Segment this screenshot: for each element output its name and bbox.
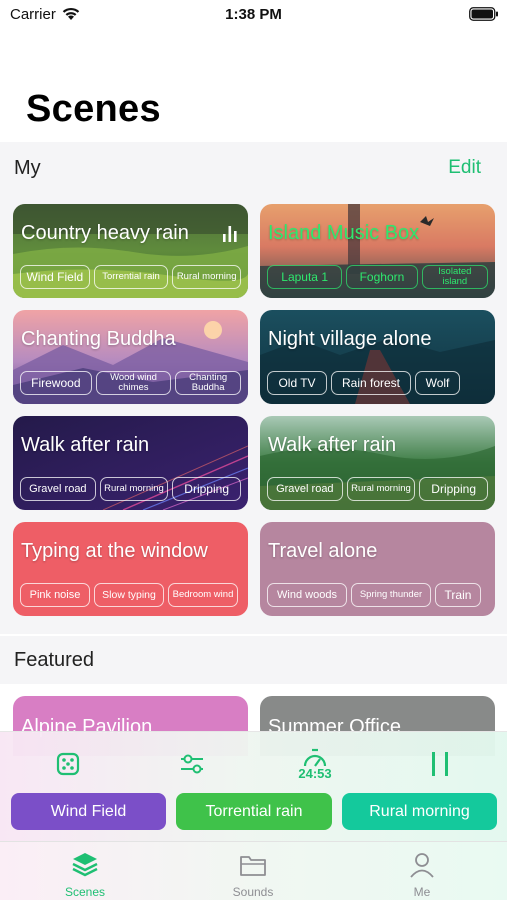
scene-card[interactable]: Island Music Box Laputa 1 Foghorn Isolat…	[260, 204, 495, 298]
card-title: Island Music Box	[268, 222, 420, 244]
tag: Foghorn	[346, 265, 418, 289]
active-sound-chip[interactable]: Rural morning	[342, 793, 497, 830]
tab-label: Me	[413, 885, 431, 899]
folder-icon	[240, 856, 266, 876]
tag: Dripping	[419, 477, 488, 501]
tag: Laputa 1	[267, 265, 343, 289]
tab-label: Scenes	[64, 885, 106, 899]
tag: Old TV	[267, 371, 327, 395]
card-title: Walk after rain	[268, 434, 397, 456]
card-title: Walk after rain	[21, 434, 150, 456]
mini-player: 24:53 Wind Field Torrential rain Rural m…	[0, 731, 507, 841]
tab-label: Sounds	[232, 885, 274, 899]
scene-card[interactable]: Country heavy rain Wind Field Torrential…	[13, 204, 248, 298]
card-title: Chanting Buddha	[21, 328, 176, 350]
tag: Rural morning	[172, 265, 241, 289]
active-sound-chip[interactable]: Wind Field	[11, 793, 166, 830]
my-section-title: My	[14, 157, 41, 179]
tag: Chanting Buddha	[175, 371, 241, 395]
tag: Slow typing	[94, 583, 164, 607]
tag: Isolated island	[421, 265, 488, 289]
status-time: 1:38 PM	[225, 6, 282, 23]
status-bar: Carrier 1:38 PM	[0, 0, 507, 30]
active-sound-chip[interactable]: Torrential rain	[176, 793, 332, 830]
my-section-header: My	[0, 142, 507, 194]
layers-icon	[72, 853, 98, 877]
tab-scenes[interactable]: Scenes	[25, 842, 145, 900]
tab-bar: Scenes Sounds Me	[0, 841, 507, 900]
card-title: Country heavy rain	[21, 222, 189, 244]
card-tags: Firewood Wood wind chimes Chanting Buddh…	[20, 371, 241, 395]
tag: Train	[435, 583, 481, 607]
card-tags: Gravel road Rural morning Dripping	[20, 477, 241, 501]
tag: Torrential rain	[93, 265, 169, 289]
scene-card[interactable]: Chanting Buddha Firewood Wood wind chime…	[13, 310, 248, 404]
tag: Bedroom wind	[168, 583, 238, 607]
tag: Wind woods	[267, 583, 347, 607]
person-icon	[410, 853, 434, 878]
card-tags: Wind woods Spring thunder Train	[267, 583, 488, 607]
tag: Firewood	[20, 371, 92, 395]
pause-icon	[432, 752, 448, 776]
tag: Rural morning	[99, 477, 169, 501]
battery-icon	[469, 7, 498, 21]
tag: Pink noise	[20, 583, 90, 607]
tag: Dripping	[172, 477, 241, 501]
sliders-icon	[181, 754, 203, 774]
tag: Rural morning	[346, 477, 416, 501]
card-title: Typing at the window	[21, 540, 208, 562]
scene-card[interactable]: Night village alone Old TV Rain forest W…	[260, 310, 495, 404]
scene-card[interactable]: Travel alone Wind woods Spring thunder T…	[260, 522, 495, 616]
tag: Wolf	[415, 371, 460, 395]
card-tags: Wind Field Torrential rain Rural morning	[20, 265, 241, 289]
scene-card[interactable]: Typing at the window Pink noise Slow typ…	[13, 522, 248, 616]
scene-card[interactable]: Walk after rain Gravel road Rural mornin…	[260, 416, 495, 510]
scene-card[interactable]: Walk after rain Gravel road Rural mornin…	[13, 416, 248, 510]
tag: Wood wind chimes	[95, 371, 172, 395]
tag: Rain forest	[331, 371, 411, 395]
tag: Gravel road	[20, 477, 96, 501]
tag: Spring thunder	[351, 583, 431, 607]
tag: Gravel road	[267, 477, 343, 501]
card-title: Night village alone	[268, 328, 432, 350]
tag: Wind Field	[20, 265, 90, 289]
card-tags: Old TV Rain forest Wolf	[267, 371, 488, 395]
tab-sounds[interactable]: Sounds	[193, 842, 313, 900]
pause-button[interactable]	[420, 746, 460, 782]
featured-section-title: Featured	[14, 649, 95, 671]
timer-countdown: 24:53	[298, 766, 332, 781]
dice-icon	[56, 752, 80, 776]
shuffle-button[interactable]	[48, 746, 88, 782]
equalizer-icon	[223, 226, 237, 242]
card-tags: Laputa 1 Foghorn Isolated island	[267, 265, 488, 289]
featured-section-header: Featured	[0, 636, 507, 684]
mixer-button[interactable]	[172, 746, 212, 782]
page-title: Scenes	[26, 88, 161, 130]
card-tags: Pink noise Slow typing Bedroom wind	[20, 583, 241, 607]
tab-me[interactable]: Me	[362, 842, 482, 900]
edit-button[interactable]: Edit	[448, 157, 481, 179]
card-tags: Gravel road Rural morning Dripping	[267, 477, 488, 501]
card-title: Travel alone	[268, 540, 378, 562]
